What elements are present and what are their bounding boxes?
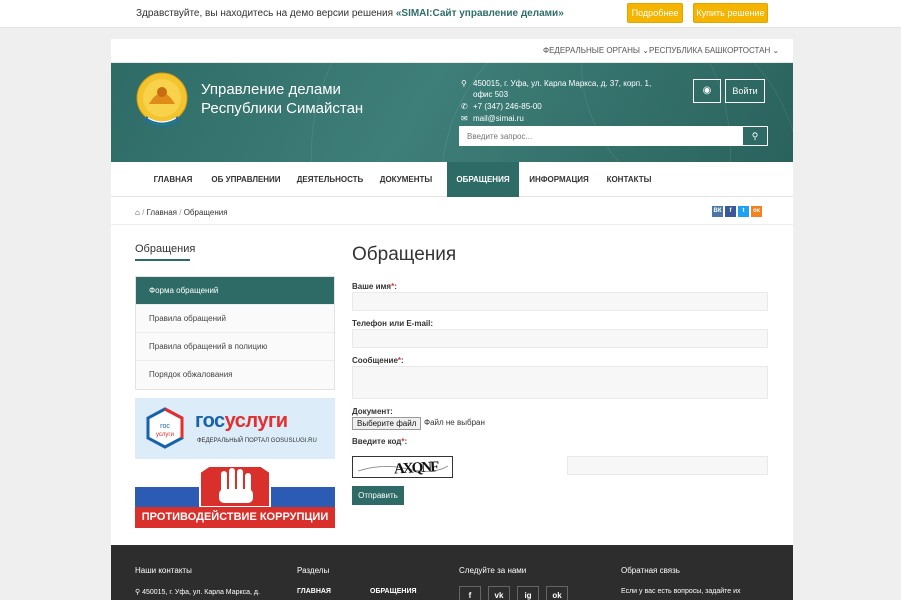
search-button[interactable]: ⚲	[742, 126, 768, 146]
footer-link-appeals[interactable]: ОБРАЩЕНИЯ	[370, 588, 417, 595]
share-facebook-button[interactable]: f	[725, 206, 736, 217]
footer-facebook-button[interactable]: f	[459, 586, 481, 600]
footer-vk-button[interactable]: vk	[488, 586, 510, 600]
sidebar-menu: Форма обращений Правила обращений Правил…	[135, 276, 335, 390]
contact-phone[interactable]: ✆ +7 (347) 246-85-00	[461, 101, 661, 112]
odnoklassniki-icon: ok	[552, 591, 562, 600]
map-marker-icon: ⚲	[461, 79, 467, 88]
footer-contacts-address: ⚲ 450015, г. Уфа, ул. Карла Маркса, д.	[135, 589, 260, 596]
buy-button[interactable]: Купить решение	[693, 3, 768, 23]
nav-item-appeals[interactable]: ОБРАЩЕНИЯ	[447, 162, 519, 197]
svg-text:услуги: услуги	[156, 432, 174, 438]
facebook-icon: f	[468, 591, 472, 600]
demo-bar: Здравствуйте, вы находитесь на демо верс…	[0, 0, 901, 28]
svg-text:гос: гос	[160, 423, 170, 430]
contact-email[interactable]: ✉ mail@simai.ru	[461, 113, 661, 124]
document-label: Документ:	[352, 407, 393, 416]
breadcrumb-home[interactable]: Главная	[147, 208, 177, 217]
home-icon[interactable]: ⌂	[135, 208, 140, 217]
page-title: Обращения	[352, 244, 457, 265]
footer-instagram-button[interactable]: ig	[517, 586, 539, 600]
phone-icon: ✆	[461, 102, 468, 111]
map-marker-icon: ⚲	[135, 589, 141, 596]
share-twitter-button[interactable]: t	[738, 206, 749, 217]
message-label: Сообщение*:	[352, 356, 404, 365]
name-field[interactable]	[352, 292, 768, 311]
chevron-down-icon: ⌄	[772, 46, 780, 55]
gosuslugi-subtitle: ФЕДЕРАЛЬНЫЙ ПОРТАЛ GOSUSLUGI.RU	[197, 438, 317, 444]
site-title[interactable]: Управление делами Республики Симайстан	[201, 80, 401, 118]
top-nav-federal[interactable]: ФЕДЕРАЛЬНЫЕ ОРГАНЫ ⌄	[543, 46, 649, 55]
page-container: ФЕДЕРАЛЬНЫЕ ОРГАНЫ ⌄ РЕСПУБЛИКА БАШКОРТО…	[111, 39, 793, 600]
footer-feedback-text: Если у вас есть вопросы, задайте их	[621, 588, 741, 595]
sidebar-item-police-rules[interactable]: Правила обращений в полицию	[136, 333, 334, 361]
main-nav: ГЛАВНАЯ ОБ УПРАВЛЕНИИ ДЕЯТЕЛЬНОСТЬ ДОКУМ…	[111, 162, 793, 197]
sidebar-title-underline	[135, 259, 190, 261]
captcha-image: AXQNF	[352, 456, 453, 478]
top-nav: ФЕДЕРАЛЬНЫЕ ОРГАНЫ ⌄ РЕСПУБЛИКА БАШКОРТО…	[111, 39, 793, 63]
header-contacts: ⚲ 450015, г. Уфа, ул. Карла Маркса, д. 37…	[461, 78, 661, 125]
share-ok-button[interactable]: ок	[751, 206, 762, 217]
envelope-icon: ✉	[461, 114, 468, 123]
captcha-input[interactable]	[567, 456, 768, 475]
facebook-icon: f	[729, 208, 732, 214]
divider	[111, 224, 793, 225]
nav-item-contacts[interactable]: КОНТАКТЫ	[603, 162, 655, 197]
breadcrumb: ⌂ / Главная / Обращения	[135, 208, 228, 217]
twitter-icon: t	[742, 208, 745, 214]
name-label: Ваше имя*:	[352, 282, 397, 291]
vk-icon: vk	[494, 591, 504, 600]
contact-address: ⚲ 450015, г. Уфа, ул. Карла Маркса, д. 37…	[461, 79, 652, 99]
footer-ok-button[interactable]: ok	[546, 586, 568, 600]
search-icon: ⚲	[751, 131, 759, 141]
vk-icon: ВК	[713, 208, 722, 214]
anti-corruption-banner[interactable]: ПРОТИВОДЕЙСТВИЕ КОРРУПЦИИ	[135, 467, 335, 528]
nav-item-home[interactable]: ГЛАВНАЯ	[147, 162, 199, 197]
demo-message: Здравствуйте, вы находитесь на демо верс…	[136, 8, 564, 19]
footer-contacts-title: Наши контакты	[135, 566, 192, 575]
eye-icon: ◉	[702, 85, 712, 96]
more-button[interactable]: Подробнее	[627, 3, 683, 23]
svg-text:AXQNF: AXQNF	[394, 459, 440, 477]
demo-solution-name[interactable]: «SIMAI:Сайт управление делами»	[396, 8, 564, 19]
anti-corruption-text: ПРОТИВОДЕЙСТВИЕ КОРРУПЦИИ	[141, 511, 329, 523]
footer-feedback-title: Обратная связь	[621, 566, 680, 575]
site-header: Управление делами Республики Симайстан ⚲…	[111, 63, 793, 162]
footer-link-home[interactable]: ГЛАВНАЯ	[297, 588, 331, 595]
top-nav-republic[interactable]: РЕСПУБЛИКА БАШКОРТОСТАН ⌄	[649, 46, 779, 55]
nav-item-about[interactable]: ОБ УПРАВЛЕНИИ	[207, 162, 285, 197]
breadcrumb-current: Обращения	[183, 208, 228, 217]
accessibility-button[interactable]: ◉	[693, 79, 721, 103]
choose-file-button[interactable]: Выберите файл	[352, 417, 422, 430]
footer-sections-title: Разделы	[297, 566, 330, 575]
sidebar-item-appeal-form[interactable]: Форма обращений	[136, 277, 334, 305]
file-status: Файл не выбран	[424, 418, 485, 427]
chevron-down-icon: ⌄	[642, 46, 649, 55]
demo-message-text: Здравствуйте, вы находитесь на демо верс…	[136, 8, 396, 19]
contact-field[interactable]	[352, 329, 768, 348]
footer: Наши контакты ⚲ 450015, г. Уфа, ул. Карл…	[111, 545, 793, 600]
contact-label: Телефон или E-mail:	[352, 319, 434, 328]
gosuslugi-logo-icon: гос услуги	[146, 407, 184, 449]
gosuslugi-brand: госуслуги	[195, 410, 288, 432]
nav-item-activity[interactable]: ДЕЯТЕЛЬНОСТЬ	[293, 162, 367, 197]
gosuslugi-banner[interactable]: гос услуги госуслуги ФЕДЕРАЛЬНЫЙ ПОРТАЛ …	[135, 398, 335, 459]
odnoklassniki-icon: ок	[753, 208, 760, 214]
share-vk-button[interactable]: ВК	[712, 206, 723, 217]
instagram-icon: ig	[524, 591, 532, 600]
sidebar-item-appeal-rules[interactable]: Правила обращений	[136, 305, 334, 333]
login-button[interactable]: Войти	[725, 79, 765, 103]
nav-item-information[interactable]: ИНФОРМАЦИЯ	[525, 162, 593, 197]
search-input[interactable]	[459, 126, 742, 146]
submit-button[interactable]: Отправить	[352, 486, 404, 505]
sidebar-item-complaint-procedure[interactable]: Порядок обжалования	[136, 361, 334, 389]
nav-item-documents[interactable]: ДОКУМЕНТЫ	[377, 162, 435, 197]
message-field[interactable]	[352, 366, 768, 399]
captcha-label: Введите код*:	[352, 437, 408, 446]
emblem-icon[interactable]	[135, 72, 189, 132]
footer-follow-title: Следуйте за нами	[459, 566, 527, 575]
sidebar-title: Обращения	[135, 243, 196, 255]
